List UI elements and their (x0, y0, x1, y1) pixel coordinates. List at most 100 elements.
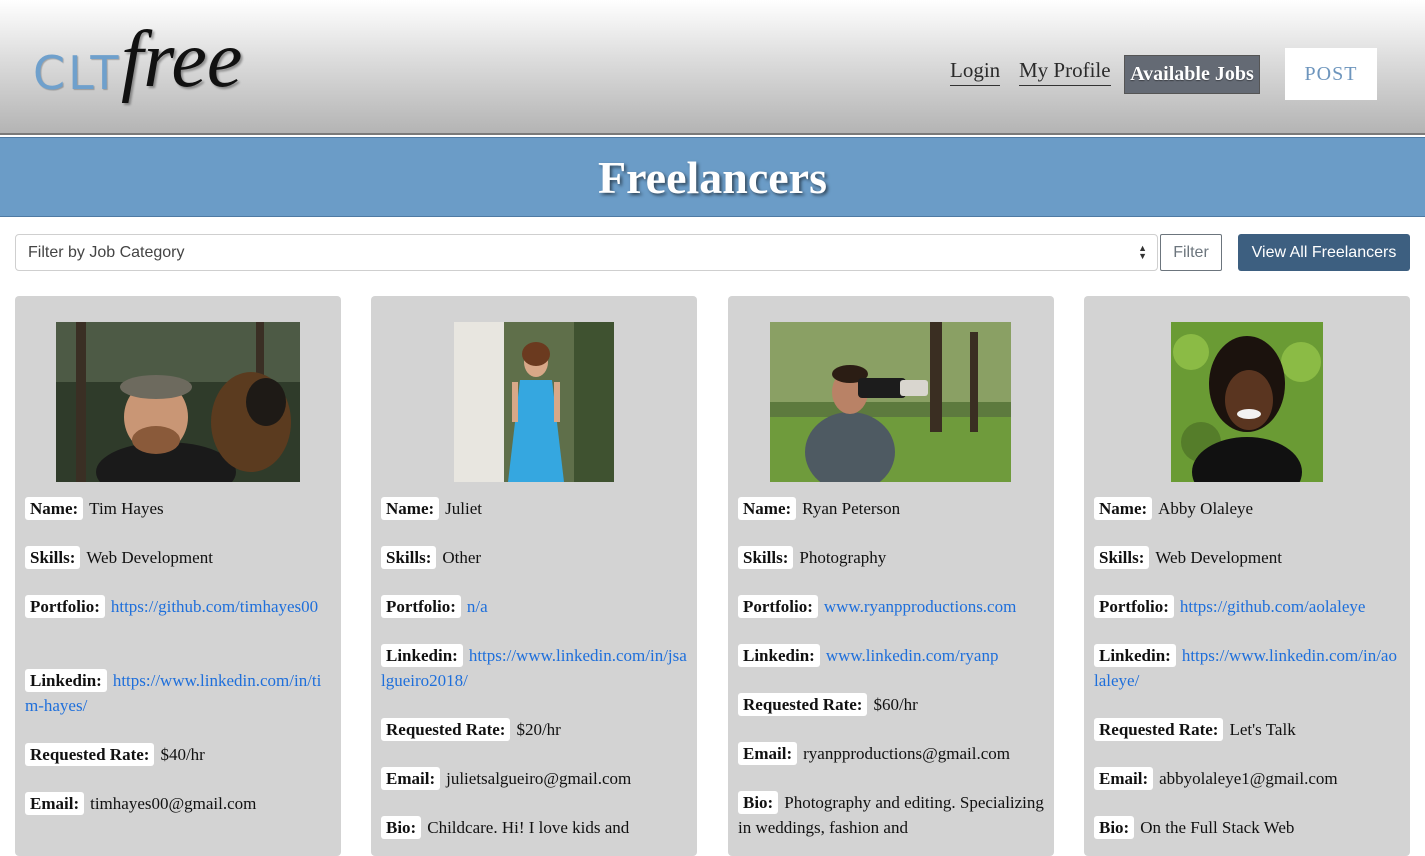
linkedin-label: Linkedin: (738, 644, 820, 667)
freelancer-name-field: Name: Abby Olaleye (1094, 496, 1400, 521)
freelancer-rate: $20/hr (516, 720, 561, 739)
freelancer-linkedin-field: Linkedin: https://www.linkedin.com/in/aol… (1094, 643, 1400, 693)
logo-clt-text: CLT (33, 46, 122, 100)
freelancer-rate-field: Requested Rate: $40/hr (25, 742, 331, 767)
skills-label: Skills: (25, 546, 81, 569)
login-link[interactable]: Login (950, 58, 1001, 86)
email-label: Email: (25, 792, 85, 815)
select-arrows-icon: ▲ ▼ (1138, 243, 1147, 261)
portfolio-label: Portfolio: (381, 595, 461, 618)
freelancer-rate-field: Requested Rate: $60/hr (738, 692, 1044, 717)
freelancer-skills: Other (442, 548, 482, 567)
freelancer-name: Abby Olaleye (1158, 499, 1254, 518)
freelancer-rate: Let's Talk (1229, 720, 1296, 739)
freelancer-email: ryanpproductions@gmail.com (803, 744, 1010, 763)
freelancer-bio-field: Bio: Childcare. Hi! I love kids and (381, 815, 687, 840)
page-banner: Freelancers (0, 137, 1425, 217)
email-label: Email: (1094, 767, 1154, 790)
name-label: Name: (25, 497, 84, 520)
skills-label: Skills: (738, 546, 794, 569)
freelancer-name-field: Name: Juliet (381, 496, 687, 521)
rate-label: Requested Rate: (1094, 718, 1224, 741)
freelancer-rate: $60/hr (873, 695, 918, 714)
freelancer-bio: On the Full Stack Web (1140, 818, 1295, 837)
portfolio-label: Portfolio: (1094, 595, 1174, 618)
freelancer-bio-field: Bio: On the Full Stack Web (1094, 815, 1400, 840)
name-label: Name: (1094, 497, 1153, 520)
portfolio-link[interactable]: www.ryanpproductions.com (824, 597, 1016, 616)
freelancer-email: timhayes00@gmail.com (90, 794, 257, 813)
freelancer-email-field: Email: julietsalgueiro@gmail.com (381, 766, 687, 791)
linkedin-link[interactable]: www.linkedin.com/ryanp (826, 646, 999, 665)
freelancer-email-field: Email: timhayes00@gmail.com (25, 791, 331, 816)
linkedin-label: Linkedin: (25, 669, 107, 692)
email-label: Email: (381, 767, 441, 790)
portfolio-link[interactable]: https://github.com/timhayes00 (111, 597, 318, 616)
freelancer-bio-field: Bio: Photography and editing. Specializin… (738, 790, 1044, 840)
job-category-select-value: Filter by Job Category (28, 243, 185, 261)
portfolio-link[interactable]: n/a (467, 597, 488, 616)
freelancer-email-field: Email: ryanpproductions@gmail.com (738, 741, 1044, 766)
skills-label: Skills: (1094, 546, 1150, 569)
my-profile-link[interactable]: My Profile (1019, 58, 1111, 86)
filter-button[interactable]: Filter (1160, 234, 1222, 271)
freelancer-card: Name: Abby Olaleye Skills: Web Development… (1084, 296, 1410, 856)
freelancer-skills: Web Development (86, 548, 213, 567)
portfolio-link[interactable]: https://github.com/aolaleye (1180, 597, 1366, 616)
rate-label: Requested Rate: (738, 693, 868, 716)
freelancer-name-field: Name: Ryan Peterson (738, 496, 1044, 521)
freelancer-email: julietsalgueiro@gmail.com (446, 769, 632, 788)
freelancer-email-field: Email: abbyolaleye1@gmail.com (1094, 766, 1400, 791)
job-category-select[interactable]: Filter by Job Category ▲ ▼ (15, 234, 1158, 271)
email-label: Email: (738, 742, 798, 765)
rate-label: Requested Rate: (25, 743, 155, 766)
freelancer-portfolio-field: Portfolio: https://github.com/timhayes00 (25, 594, 331, 619)
freelancer-name: Ryan Peterson (802, 499, 901, 518)
freelancer-portfolio-field: Portfolio: n/a (381, 594, 687, 619)
page-title: Freelancers (597, 151, 828, 203)
freelancer-photo (454, 322, 614, 482)
bio-label: Bio: (738, 791, 779, 814)
view-all-freelancers-button[interactable]: View All Freelancers (1238, 234, 1410, 271)
freelancer-card: Name: Tim Hayes Skills: Web Development Po… (15, 296, 341, 856)
freelancer-card: Name: Ryan Peterson Skills: Photography Po… (728, 296, 1054, 856)
freelancer-rate-field: Requested Rate: Let's Talk (1094, 717, 1400, 742)
name-label: Name: (381, 497, 440, 520)
freelancer-rate: $40/hr (160, 745, 205, 764)
freelancer-portfolio-field: Portfolio: www.ryanpproductions.com (738, 594, 1044, 619)
freelancer-linkedin-field: Linkedin: www.linkedin.com/ryanp (738, 643, 1044, 668)
logo-free-text: free (121, 16, 243, 104)
freelancer-photo (56, 322, 300, 482)
freelancer-card: Name: Juliet Skills: Other Portfolio: n/a L… (371, 296, 697, 856)
freelancer-portfolio-field: Portfolio: https://github.com/aolaleye (1094, 594, 1400, 619)
freelancer-bio: Photography and editing. Specializing in… (738, 793, 1044, 837)
freelancer-email: abbyolaleye1@gmail.com (1159, 769, 1338, 788)
freelancer-photo (1171, 322, 1323, 482)
freelancer-rate-field: Requested Rate: $20/hr (381, 717, 687, 742)
freelancer-skills-field: Skills: Other (381, 545, 687, 570)
freelancer-name-field: Name: Tim Hayes (25, 496, 331, 521)
portfolio-label: Portfolio: (25, 595, 105, 618)
bio-label: Bio: (381, 816, 422, 839)
freelancer-name: Juliet (445, 499, 482, 518)
freelancer-skills-field: Skills: Web Development (25, 545, 331, 570)
site-header: CLT free Login My Profile Available Jobs… (0, 0, 1425, 135)
rate-label: Requested Rate: (381, 718, 511, 741)
skills-label: Skills: (381, 546, 437, 569)
available-jobs-button[interactable]: Available Jobs (1124, 55, 1260, 94)
freelancer-bio: Childcare. Hi! I love kids and (427, 818, 630, 837)
linkedin-label: Linkedin: (1094, 644, 1176, 667)
bio-label: Bio: (1094, 816, 1135, 839)
freelancer-photo (770, 322, 1011, 482)
post-button[interactable]: POST (1285, 48, 1377, 100)
name-label: Name: (738, 497, 797, 520)
freelancer-linkedin-field: Linkedin: https://www.linkedin.com/in/tim… (25, 668, 331, 718)
freelancer-skills: Photography (799, 548, 887, 567)
portfolio-label: Portfolio: (738, 595, 818, 618)
freelancer-skills: Web Development (1155, 548, 1282, 567)
freelancer-skills-field: Skills: Web Development (1094, 545, 1400, 570)
freelancer-name: Tim Hayes (89, 499, 164, 518)
linkedin-label: Linkedin: (381, 644, 463, 667)
freelancer-linkedin-field: Linkedin: https://www.linkedin.com/in/jsa… (381, 643, 687, 693)
freelancer-skills-field: Skills: Photography (738, 545, 1044, 570)
